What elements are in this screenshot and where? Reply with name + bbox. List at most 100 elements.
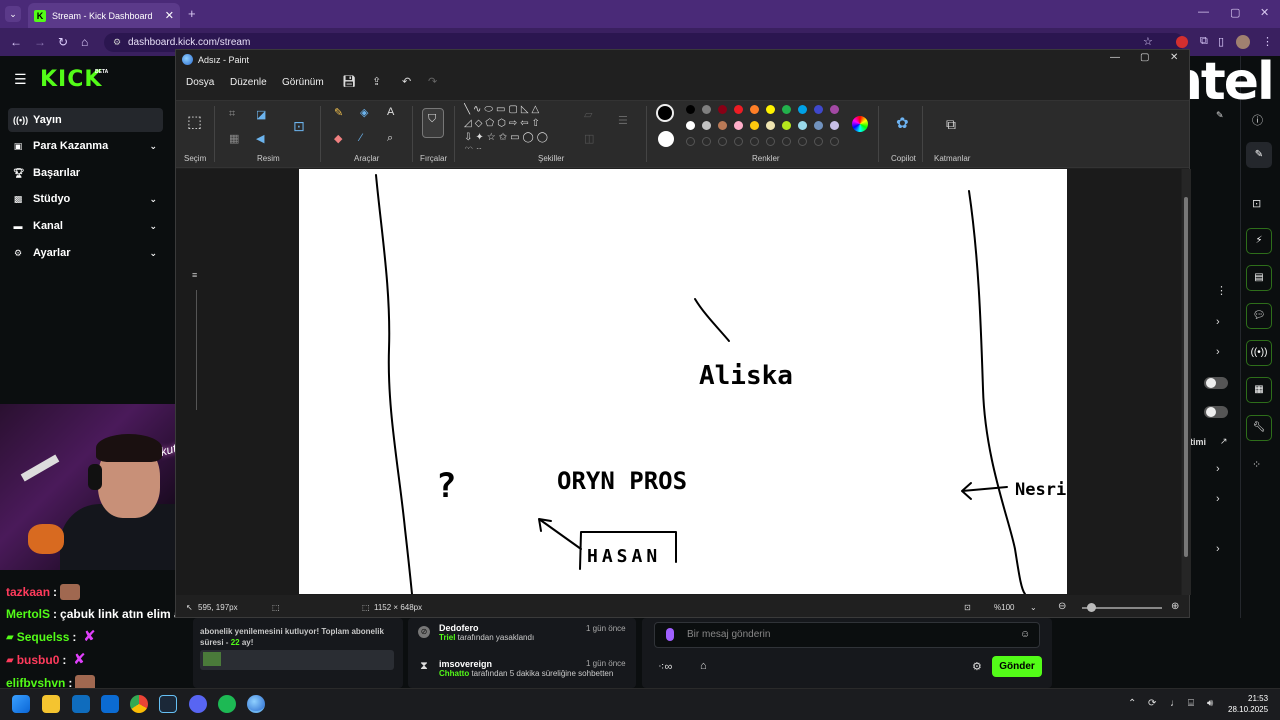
- paint-taskbar-icon[interactable]: [247, 695, 265, 713]
- chat-settings-icon[interactable]: ⚙: [972, 660, 982, 673]
- emoji-icon[interactable]: ☺: [1020, 629, 1030, 640]
- custom-color-slot[interactable]: [830, 137, 839, 146]
- edit-colors-icon[interactable]: [852, 116, 868, 132]
- color-picker-icon[interactable]: ⁄: [360, 132, 362, 144]
- tray-mic-icon[interactable]: ♩: [1170, 698, 1180, 709]
- nav-item-basarilar[interactable]: 🏆︎ Başarılar: [8, 161, 163, 185]
- paint-minimize-icon[interactable]: —: [1110, 52, 1120, 63]
- toggle-switch[interactable]: [1204, 406, 1228, 418]
- spotify-icon[interactable]: [218, 695, 236, 713]
- primary-color-swatch[interactable]: [656, 104, 674, 122]
- zoom-level[interactable]: %100: [994, 603, 1014, 612]
- custom-color-slot[interactable]: [686, 137, 695, 146]
- color-swatch[interactable]: [798, 105, 807, 114]
- minimize-icon[interactable]: —: [1198, 6, 1209, 18]
- profile-avatar[interactable]: [1236, 35, 1250, 49]
- chevron-right-icon[interactable]: ›: [1216, 316, 1220, 328]
- nav-item-para-kazanma[interactable]: ▣ Para Kazanma ⌄: [8, 134, 163, 158]
- toggle-switch[interactable]: [1204, 377, 1228, 389]
- bookmark-star-icon[interactable]: ☆: [1143, 35, 1153, 48]
- color-swatch[interactable]: [718, 121, 727, 130]
- chevron-right-icon[interactable]: ›: [1216, 543, 1220, 555]
- save-icon[interactable]: 💾︎: [342, 75, 356, 88]
- nav-item-kanal[interactable]: ▬ Kanal ⌄: [8, 214, 163, 238]
- undo-icon[interactable]: ↶: [402, 75, 411, 88]
- tray-chevron-icon[interactable]: ⌃: [1128, 698, 1136, 709]
- color-swatch[interactable]: [798, 121, 807, 130]
- color-swatch[interactable]: [766, 105, 775, 114]
- zoom-slider-knob[interactable]: [1087, 603, 1096, 612]
- color-swatch[interactable]: [750, 121, 759, 130]
- color-swatch[interactable]: [782, 105, 791, 114]
- zoom-handle-icon[interactable]: ≡: [192, 270, 197, 280]
- outline-icon[interactable]: ▱: [584, 108, 592, 121]
- tools-rail-button[interactable]: 🔧︎: [1246, 415, 1272, 441]
- nav-item-yayin[interactable]: ((•)) Yayın: [8, 108, 163, 132]
- browser-menu-icon[interactable]: ⋮: [1262, 35, 1273, 48]
- selection-icon[interactable]: ⬚: [187, 112, 202, 132]
- custom-color-slot[interactable]: [814, 137, 823, 146]
- notes-rail-button[interactable]: ▤: [1246, 265, 1272, 291]
- sidebar-icon[interactable]: ▯: [1218, 35, 1224, 48]
- maximize-icon[interactable]: ▢: [1230, 6, 1240, 19]
- redo-icon[interactable]: ↷: [428, 75, 437, 88]
- zoom-in-icon[interactable]: ⊕: [1171, 601, 1179, 612]
- lightning-rail-button[interactable]: ⚡︎: [1246, 228, 1272, 254]
- extensions-icon[interactable]: ⧉: [1200, 35, 1208, 48]
- color-swatch[interactable]: [718, 105, 727, 114]
- kick-logo[interactable]: KICK: [40, 67, 102, 92]
- paint-close-icon[interactable]: ✕: [1170, 52, 1178, 63]
- pencil-icon[interactable]: ✎: [334, 106, 343, 119]
- close-window-icon[interactable]: ✕: [1260, 6, 1269, 19]
- image-options-icon[interactable]: ⊡: [293, 118, 305, 135]
- apps-icon[interactable]: ⁘: [1252, 458, 1261, 471]
- color-swatch[interactable]: [830, 105, 839, 114]
- tray-volume-icon[interactable]: 🔊︎: [1207, 698, 1213, 709]
- menu-duzenle[interactable]: Düzenle: [230, 77, 267, 88]
- microphone-icon[interactable]: [666, 628, 674, 641]
- custom-color-slot[interactable]: [766, 137, 775, 146]
- tab-close-icon[interactable]: ✕: [165, 9, 174, 22]
- scrollbar-thumb[interactable]: [1184, 197, 1188, 557]
- paint-maximize-icon[interactable]: ▢: [1140, 52, 1149, 63]
- color-swatch[interactable]: [686, 121, 695, 130]
- layers-icon[interactable]: ⧉: [946, 116, 956, 133]
- custom-color-slot[interactable]: [734, 137, 743, 146]
- windows-start-icon[interactable]: [12, 695, 30, 713]
- new-tab-icon[interactable]: +: [188, 6, 196, 21]
- link-icon[interactable]: ↗: [1220, 436, 1228, 447]
- tab-list-button[interactable]: ⌄: [5, 6, 21, 22]
- color-swatch[interactable]: [782, 121, 791, 130]
- color-swatch[interactable]: [734, 121, 743, 130]
- secondary-color-swatch[interactable]: [658, 131, 674, 147]
- reload-icon[interactable]: ↻: [58, 35, 68, 49]
- resize-icon[interactable]: ◪: [256, 108, 266, 121]
- paint-canvas[interactable]: Aliska ? ORYN PROS HASAN Nesrin: [299, 169, 1067, 594]
- nav-item-ayarlar[interactable]: ⚙ Ayarlar ⌄: [8, 241, 163, 265]
- info-icon[interactable]: ⓘ: [1252, 112, 1263, 128]
- outlook-icon[interactable]: [72, 695, 90, 713]
- chat-message-input[interactable]: Bir mesaj gönderin: [654, 622, 1040, 648]
- chat-rail-button[interactable]: 💬︎: [1246, 303, 1272, 329]
- color-swatch[interactable]: [814, 105, 823, 114]
- color-swatch[interactable]: [814, 121, 823, 130]
- share-icon[interactable]: ⇪: [372, 75, 381, 88]
- eraser-icon[interactable]: ◆: [334, 132, 342, 145]
- menu-dosya[interactable]: Dosya: [186, 77, 214, 88]
- custom-color-slot[interactable]: [782, 137, 791, 146]
- nav-item-studyo[interactable]: ▩ Stüdyo ⌄: [8, 187, 163, 211]
- menu-gorunum[interactable]: Görünüm: [282, 77, 324, 88]
- store-icon[interactable]: ⌂: [700, 660, 707, 672]
- browser-tab[interactable]: K Stream - Kick Dashboard ✕: [28, 3, 180, 28]
- fill-shape-icon[interactable]: ◫: [584, 132, 594, 145]
- capture-icon[interactable]: ⊡: [1252, 197, 1261, 210]
- shapes-gallery[interactable]: ╲∿⬭▭▢◺△◿◇⬠⬡⇨⇦⇧⇩✦☆✩▭◯◯♡♥: [464, 103, 564, 149]
- tray-sync-icon[interactable]: ⟳: [1148, 698, 1156, 709]
- back-icon[interactable]: ←: [10, 35, 22, 49]
- photos-icon[interactable]: [101, 695, 119, 713]
- color-swatch[interactable]: [750, 105, 759, 114]
- taskbar-clock[interactable]: 21:53 28.10.2025: [1228, 693, 1268, 715]
- color-swatch[interactable]: [734, 105, 743, 114]
- chevron-right-icon[interactable]: ›: [1216, 493, 1220, 505]
- custom-color-slot[interactable]: [798, 137, 807, 146]
